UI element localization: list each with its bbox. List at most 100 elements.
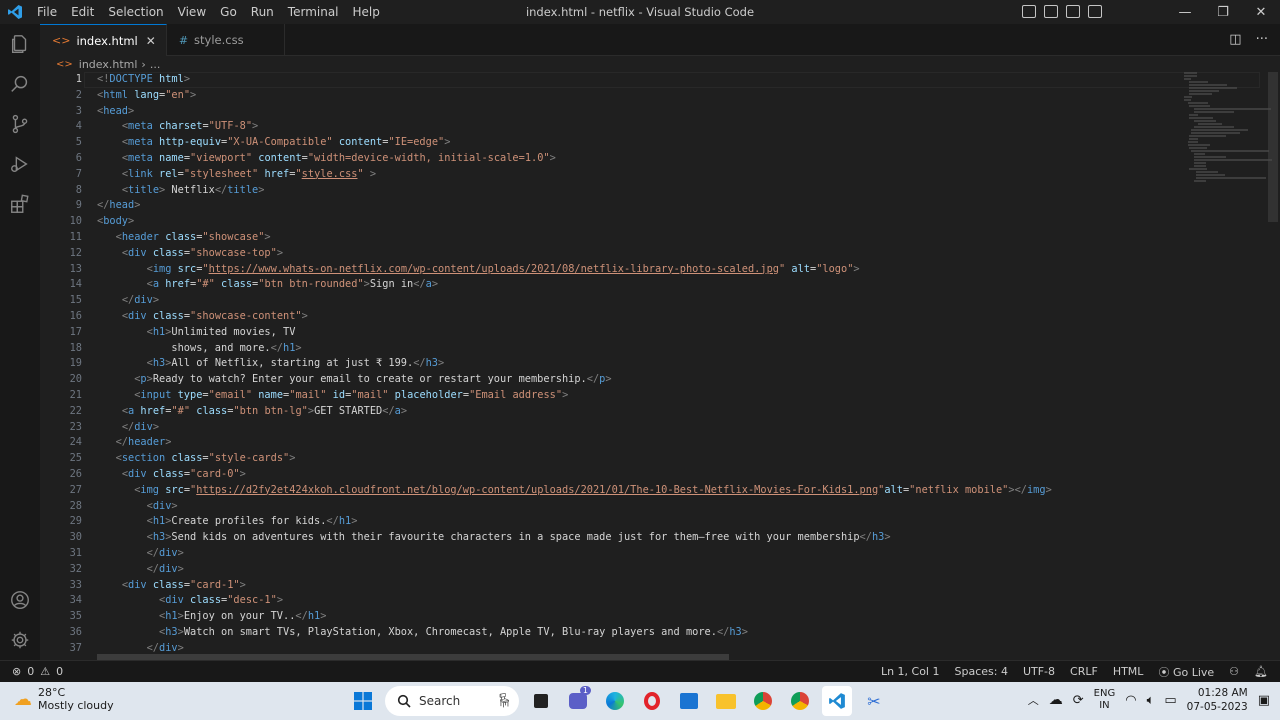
code-editor[interactable]: 1 2 3 4 5 6 7 8 9 10 11 12 13 14 15 16 17 18 19 20 21 22 23 24 2… <box>40 72 1280 660</box>
code-line[interactable]: <a href="#" class="btn btn-lg">GET START… <box>97 404 1052 420</box>
close-window-button[interactable]: ✕ <box>1242 0 1280 24</box>
language-mode[interactable]: HTML <box>1113 665 1144 678</box>
code-line[interactable]: <header class="showcase"> <box>97 230 1052 246</box>
minimize-button[interactable]: — <box>1166 0 1204 24</box>
code-line[interactable]: <h3>All of Netflix, starting at just ₹ 1… <box>97 356 1052 372</box>
onedrive-cloud-icon[interactable]: ☁ <box>1049 692 1063 708</box>
code-line[interactable]: </div> <box>97 546 1052 562</box>
code-line[interactable]: <div class="showcase-top"> <box>97 246 1052 262</box>
show-hidden-icons-chevron-icon[interactable]: ︿ <box>1028 692 1039 708</box>
menu-file[interactable]: File <box>30 5 64 19</box>
manage-gear-icon[interactable] <box>0 620 40 660</box>
vertical-scrollbar[interactable] <box>1268 72 1278 222</box>
code-line[interactable]: <h3>Watch on smart TVs, PlayStation, Xbo… <box>97 625 1052 641</box>
code-line[interactable]: <p>Ready to watch? Enter your email to c… <box>97 372 1052 388</box>
code-line[interactable]: <head> <box>97 104 1052 120</box>
end-of-line[interactable]: CRLF <box>1070 665 1098 678</box>
split-editor-icon[interactable]: ◫ <box>1229 32 1241 47</box>
code-line[interactable]: <input type="email" name="mail" id="mail… <box>97 388 1052 404</box>
code-line[interactable]: <div class="card-0"> <box>97 467 1052 483</box>
code-line[interactable]: <link rel="stylesheet" href="style.css" … <box>97 167 1052 183</box>
explorer-icon[interactable] <box>0 24 40 64</box>
code-line[interactable]: <h3>Send kids on adventures with their f… <box>97 530 1052 546</box>
problems-indicator[interactable]: ⊗ 0 ⚠ 0 <box>0 665 63 678</box>
code-line[interactable]: <h1>Create profiles for kids.</h1> <box>97 514 1052 530</box>
accounts-icon[interactable] <box>0 580 40 620</box>
vscode-taskbar-icon[interactable] <box>822 686 852 716</box>
code-line[interactable]: <img src="https://d2fy2et424xkoh.cloudfr… <box>97 483 1052 499</box>
code-line[interactable]: </header> <box>97 435 1052 451</box>
language-indicator[interactable]: ENG IN <box>1094 688 1116 712</box>
file-explorer-dark-icon[interactable] <box>526 686 556 716</box>
code-line[interactable]: <meta name="viewport" content="width=dev… <box>97 151 1052 167</box>
go-live-button[interactable]: ⦿ Go Live <box>1158 664 1214 680</box>
code-line[interactable]: <title> Netflix</title> <box>97 183 1052 199</box>
maximize-button[interactable]: ❐ <box>1204 0 1242 24</box>
code-line[interactable]: <div class="showcase-content"> <box>97 309 1052 325</box>
code-line[interactable]: <section class="style-cards"> <box>97 451 1052 467</box>
menu-go[interactable]: Go <box>213 5 244 19</box>
taskbar-search[interactable]: Search 🪑︎ <box>385 686 519 716</box>
code-line[interactable]: <meta charset="UTF-8"> <box>97 119 1052 135</box>
sync-icon[interactable]: ⟳ <box>1073 693 1084 708</box>
close-tab-icon[interactable]: ✕ <box>146 34 156 48</box>
menu-terminal[interactable]: Terminal <box>281 5 346 19</box>
tab-style-css[interactable]: # style.css <box>167 24 285 56</box>
indentation[interactable]: Spaces: 4 <box>955 665 1008 678</box>
source-control-icon[interactable] <box>0 104 40 144</box>
code-line[interactable]: <meta http-equiv="X-UA-Compatible" conte… <box>97 135 1052 151</box>
toggle-secondary-sidebar-icon[interactable] <box>1066 5 1080 18</box>
weather-widget[interactable]: ☁ 28°C Mostly cloudy <box>14 686 114 712</box>
code-line[interactable]: </div> <box>97 293 1052 309</box>
code-line[interactable]: <div class="desc-1"> <box>97 593 1052 609</box>
code-line[interactable]: </head> <box>97 198 1052 214</box>
chrome-profile-icon[interactable] <box>785 686 815 716</box>
code-line[interactable]: <h1>Enjoy on your TV..</h1> <box>97 609 1052 625</box>
edge-browser-icon[interactable] <box>600 686 630 716</box>
code-line[interactable]: <div> <box>97 499 1052 515</box>
menu-edit[interactable]: Edit <box>64 5 101 19</box>
file-explorer-folder-icon[interactable] <box>711 686 741 716</box>
start-windows-icon[interactable] <box>348 686 378 716</box>
search-icon[interactable] <box>0 64 40 104</box>
code-line[interactable]: <img src="https://www.whats-on-netflix.c… <box>97 262 1052 278</box>
cursor-position[interactable]: Ln 1, Col 1 <box>881 665 940 678</box>
encoding[interactable]: UTF-8 <box>1023 665 1055 678</box>
code-line[interactable]: <a href="#" class="btn btn-rounded">Sign… <box>97 277 1052 293</box>
menu-selection[interactable]: Selection <box>101 5 170 19</box>
code-line[interactable]: </div> <box>97 420 1052 436</box>
code-line[interactable]: <html lang="en"> <box>97 88 1052 104</box>
notifications-bell-icon[interactable]: 🔔︎ <box>1254 665 1268 678</box>
breadcrumb-more[interactable]: ... <box>150 58 161 71</box>
menu-run[interactable]: Run <box>244 5 281 19</box>
code-area[interactable]: <!DOCTYPE html> <html lang="en"> <head> <m… <box>97 72 1052 656</box>
code-line[interactable]: <div class="card-1"> <box>97 578 1052 594</box>
opera-browser-icon[interactable] <box>637 686 667 716</box>
snipping-tool-icon[interactable]: ✂ <box>859 686 889 716</box>
toggle-primary-sidebar-icon[interactable] <box>1022 5 1036 18</box>
code-line[interactable]: </div> <box>97 562 1052 578</box>
breadcrumb-file[interactable]: index.html <box>79 58 138 71</box>
clock[interactable]: 01:28 AM 07-05-2023 <box>1187 686 1248 714</box>
code-line[interactable]: <!DOCTYPE html> <box>97 72 1052 88</box>
code-line[interactable]: shows, and more.</h1> <box>97 341 1052 357</box>
volume-icon[interactable]: 🔈︎ <box>1147 693 1155 708</box>
wifi-icon[interactable]: ◠ <box>1125 693 1136 708</box>
menu-help[interactable]: Help <box>346 5 387 19</box>
more-actions-icon[interactable]: ··· <box>1256 32 1268 47</box>
menu-view[interactable]: View <box>171 5 213 19</box>
minimap[interactable] <box>1184 72 1272 222</box>
microsoft-store-icon[interactable] <box>674 686 704 716</box>
run-debug-icon[interactable] <box>0 144 40 184</box>
teams-chat-icon[interactable]: 1 <box>563 686 593 716</box>
customize-layout-icon[interactable] <box>1088 5 1102 18</box>
code-line[interactable]: <h1>Unlimited movies, TV <box>97 325 1052 341</box>
extensions-icon[interactable] <box>0 184 40 224</box>
notification-center-icon[interactable]: ▣ <box>1258 693 1270 708</box>
toggle-panel-icon[interactable] <box>1044 5 1058 18</box>
code-line[interactable]: <body> <box>97 214 1052 230</box>
feedback-icon[interactable]: ⚇ <box>1229 665 1239 678</box>
chrome-icon[interactable] <box>748 686 778 716</box>
tab-index-html[interactable]: <> index.html ✕ <box>40 24 167 56</box>
battery-icon[interactable]: ▭ <box>1164 693 1176 708</box>
